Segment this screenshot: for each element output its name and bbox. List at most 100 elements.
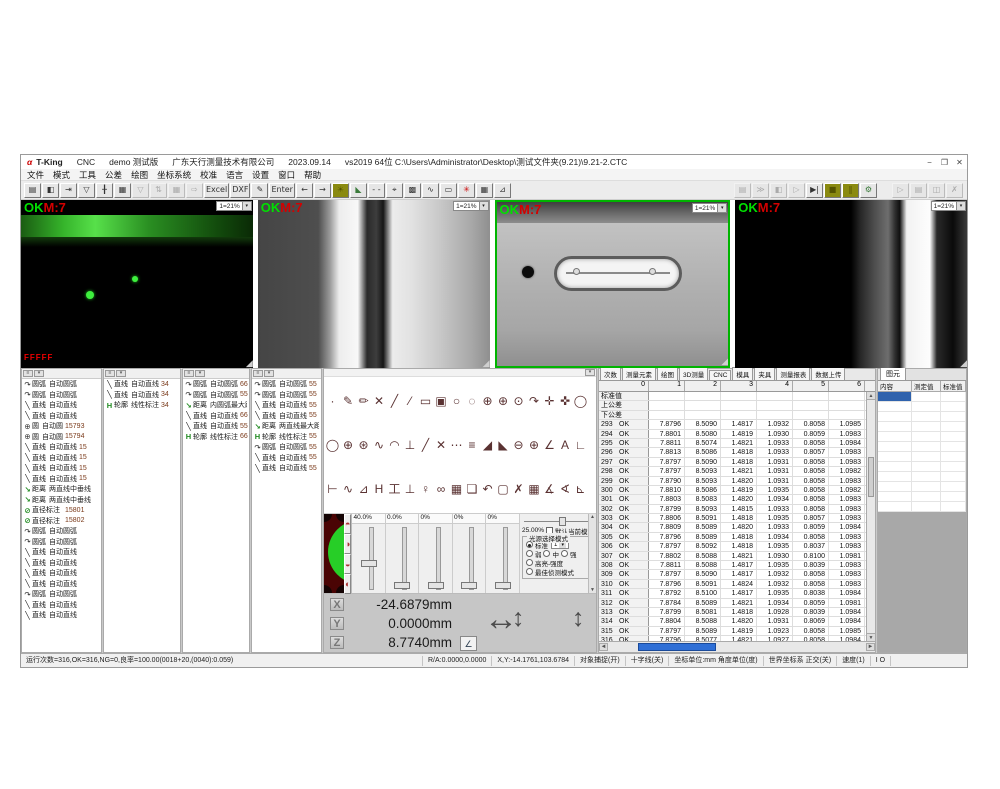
list-item[interactable]: 轮廓 线性标注 66 [183,432,249,443]
goto-position-button[interactable]: ⇥ [60,183,77,198]
forward-button[interactable]: → [314,183,331,198]
edge-tool-button[interactable]: ╂ [96,183,113,198]
resize-grip-icon[interactable]: ◢ [960,359,967,368]
palette-tool-icon[interactable]: ∟ [573,437,588,453]
palette-tool-icon[interactable]: ⊿ [356,481,371,497]
slider-track[interactable] [453,524,486,593]
palette-tool-icon[interactable]: · [325,393,340,409]
light-segment-button[interactable]: ◒ [344,554,351,574]
palette-tool-icon[interactable]: ♀ [418,481,433,497]
table-tab[interactable]: 模具 [732,367,753,380]
palette-tool-icon[interactable]: ∿ [372,437,387,453]
table-row[interactable]: 312OK 7.8784 8.5089 1.4821 1.0934 0.8059… [599,599,875,608]
menu-item[interactable]: 模式 [53,169,70,181]
palette-tool-icon[interactable]: ❏ [465,481,480,497]
palette-tool-icon[interactable]: ↶ [480,481,495,497]
list-item[interactable]: 直线 自动直线 55 [252,411,321,422]
table-row[interactable]: 302OK 7.8799 8.5093 1.4815 1.0933 0.8058… [599,505,875,514]
low-radio[interactable] [526,550,533,557]
angle-tool-button[interactable]: ∠ [460,636,477,651]
menu-item[interactable]: 公差 [105,169,122,181]
vertical-scrollbar[interactable]: ▲ ▼ [866,392,875,641]
table-row[interactable]: 305OK 7.8796 8.5089 1.4818 1.0934 0.8058… [599,533,875,542]
palette-tool-icon[interactable]: ✜ [558,393,573,409]
scrollbar-thumb[interactable] [868,457,874,497]
bright-radio[interactable] [526,559,533,566]
blank-button[interactable]: ▭ [440,183,457,198]
palette-tool-icon[interactable]: ∿ [341,481,356,497]
horizontal-scrollbar[interactable]: ◄ ► [599,641,875,652]
menu-item[interactable]: 窗口 [278,169,295,181]
scroll-right-icon[interactable]: ► [866,643,875,651]
palette-tool-icon[interactable]: ⊥ [403,437,418,453]
video-button[interactable]: ▦ [114,183,131,198]
list-item[interactable]: 距离 内圆弧最大距 [183,400,249,411]
list-item[interactable]: 圆弧 自动圆弧 [22,390,101,401]
excel-export-button[interactable]: Excel [204,183,229,198]
table-tab[interactable]: 绘图 [657,367,678,380]
list-item[interactable]: 直线 自动直线 34 [104,390,180,401]
multi-step-button[interactable]: ≫ [752,183,769,198]
table-row[interactable]: 309OK 7.8797 8.5090 1.4817 1.0932 0.8058… [599,570,875,579]
palette-tool-icon[interactable]: ◯ [573,393,588,409]
slider-track[interactable] [419,524,452,593]
open2-button[interactable]: ◫ [928,183,945,198]
slider-track[interactable] [386,524,419,593]
step-move-button[interactable]: ⇨ [186,183,203,198]
mid-radio[interactable] [543,550,550,557]
slider-thumb[interactable] [559,517,566,526]
scroll-up-icon[interactable]: ▲ [589,514,596,520]
list-item[interactable]: 圆弧 自动圆弧 [22,589,101,600]
zoom-select[interactable]: 1=21%▾ [931,201,966,211]
light-segment-button[interactable]: ◑ [344,534,351,554]
palette-tool-icon[interactable]: ≡ [465,437,480,453]
high-radio[interactable] [561,550,568,557]
laser-button[interactable]: ✳ [458,183,475,198]
slider-thumb[interactable] [461,582,477,589]
table-row[interactable]: 294OK 7.8801 8.5080 1.4819 1.0930 0.8059… [599,430,875,439]
element-row[interactable] [878,432,966,442]
table-tab[interactable]: 3D测量 [679,367,708,380]
list-item[interactable]: 直线 自动直线 15 [22,463,101,474]
list-item[interactable]: 直线 自动直线 [22,411,101,422]
palette-tool-icon[interactable]: ⁄ [403,393,418,409]
list-item[interactable]: 直线 自动直线 15 [22,442,101,453]
elements-tab[interactable]: 图元 [880,367,906,380]
play-to-button[interactable]: ▶| [806,183,823,198]
options-scrollbar[interactable]: ▲▼ [588,514,596,593]
table-row[interactable]: 297OK 7.8797 8.5090 1.4818 1.0931 0.8058… [599,458,875,467]
palette-tool-icon[interactable]: ⋯ [449,437,464,453]
list-item[interactable]: 圆 自动圆 15793 [22,421,101,432]
menu-item[interactable]: 校准 [200,169,217,181]
palette-tool-icon[interactable]: H [372,481,387,497]
palette-tool-icon[interactable]: ⊾ [573,481,588,497]
element-row[interactable] [878,502,966,512]
palette-tool-icon[interactable]: ╱ [418,437,433,453]
list-collapse-button[interactable]: ▾ [34,370,44,377]
palette-tool-icon[interactable]: ◣ [496,437,511,453]
element-row[interactable] [878,442,966,452]
table-row[interactable]: 315OK 7.8797 8.5089 1.4819 1.0923 0.8058… [599,627,875,636]
menu-item[interactable]: 语言 [226,169,243,181]
open-button[interactable]: ◧ [42,183,59,198]
list-item[interactable]: 直线 自动直线 15 [22,474,101,485]
list-item[interactable]: 轮廓 线性标注 55 [252,432,321,443]
list-item[interactable]: 直径标注 15801 [22,505,101,516]
scroll-left-icon[interactable]: ◄ [599,643,608,651]
table-tab[interactable]: 夹具 [754,367,775,380]
video-capture-button[interactable]: ▦ [168,183,185,198]
table-row[interactable]: 303OK 7.8806 8.5091 1.4818 1.0935 0.8057… [599,514,875,523]
palette-tool-icon[interactable]: ◢ [480,437,495,453]
palette-tool-icon[interactable]: A [558,437,573,453]
table-row[interactable]: 298OK 7.8797 8.5093 1.4821 1.0931 0.8058… [599,467,875,476]
list-item[interactable]: 圆弧 自动圆弧 55 [252,379,321,390]
slider-thumb[interactable] [361,560,377,567]
element-row[interactable] [878,452,966,462]
light-button[interactable]: ☀ [332,183,349,198]
element-row[interactable] [878,412,966,422]
best-detect-radio[interactable] [526,568,533,575]
list-item[interactable]: 直线 自动直线 55 [252,463,321,474]
camera-view-3-selected[interactable]: OKM:7 1=21%▾ ◢ [495,200,731,368]
list-menu-button[interactable]: ≡ [184,370,194,377]
close-button[interactable]: ✕ [952,158,967,167]
